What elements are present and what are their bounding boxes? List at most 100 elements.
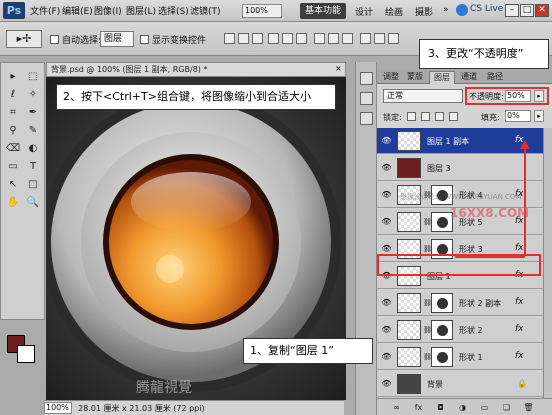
cs-live-link[interactable]: CS Live [470, 4, 503, 14]
layer-list-scrollbar[interactable] [543, 128, 552, 398]
distribute-bottom-icon[interactable] [342, 33, 353, 44]
layer-row[interactable]: 👁 图层 1 副本 fx [377, 128, 543, 154]
workspace-photography[interactable]: 摄影 [415, 5, 433, 18]
menu-select[interactable]: 选择(S) [158, 4, 189, 17]
zoom-tool[interactable]: 🔍 [24, 195, 42, 210]
vector-mask-thumbnail [431, 347, 453, 367]
workspace-more[interactable]: » [443, 5, 449, 15]
distribute-top-icon[interactable] [314, 33, 325, 44]
menu-layer[interactable]: 图层(L) [126, 4, 156, 17]
visibility-eye-icon[interactable]: 👁 [381, 379, 392, 388]
folder-icon[interactable]: ▭ [479, 402, 490, 413]
visibility-eye-icon[interactable]: 👁 [381, 217, 392, 226]
crop-tool[interactable]: ⌗ [4, 105, 22, 120]
layer-effects-icon[interactable]: fx [515, 351, 524, 361]
history-panel-icon[interactable] [360, 72, 373, 85]
layer-effects-icon[interactable]: fx [515, 297, 524, 307]
workspace-design[interactable]: 设计 [355, 5, 373, 18]
align-right-icon[interactable] [296, 33, 307, 44]
fill-input[interactable]: 0% [505, 110, 531, 122]
distribute-left-icon[interactable] [360, 33, 371, 44]
zoom-level-field[interactable]: 100% [44, 402, 72, 414]
opacity-slider-arrow-icon[interactable]: ▸ [534, 90, 544, 102]
tab-channels[interactable]: 通道 [457, 71, 481, 84]
menu-edit[interactable]: 编辑(E) [62, 4, 93, 17]
actions-panel-icon[interactable] [360, 92, 373, 105]
background-color-swatch[interactable] [17, 345, 35, 363]
visibility-eye-icon[interactable]: 👁 [381, 244, 392, 253]
lock-position-icon[interactable] [435, 112, 444, 121]
document-close-icon[interactable]: × [335, 64, 342, 73]
distribute-hcenter-icon[interactable] [374, 33, 385, 44]
move-tool[interactable]: ▸ [4, 69, 22, 84]
align-vcenter-icon[interactable] [238, 33, 249, 44]
tab-masks[interactable]: 蒙版 [403, 71, 427, 84]
move-tool-preset-button[interactable]: ▸✢ [6, 30, 42, 48]
eraser-tool[interactable]: ⌫ [4, 141, 22, 156]
opacity-input[interactable]: 50% [505, 90, 531, 102]
align-bottom-icon[interactable] [252, 33, 263, 44]
align-top-icon[interactable] [224, 33, 235, 44]
layer-name: 图层 3 [427, 164, 451, 173]
zoom-select[interactable]: 100% [242, 4, 282, 18]
tab-adjustments[interactable]: 调整 [379, 71, 403, 84]
dodge-tool[interactable]: ◐ [24, 141, 42, 156]
eyedropper-tool[interactable]: ✒ [24, 105, 42, 120]
visibility-eye-icon[interactable]: 👁 [381, 136, 392, 145]
quick-select-tool[interactable]: ✧ [24, 87, 42, 102]
document-info[interactable]: 28.01 厘米 x 21.03 厘米 (72 ppi) [78, 402, 205, 415]
visibility-eye-icon[interactable]: 👁 [381, 352, 392, 361]
rectangle-tool[interactable]: □ [24, 177, 42, 192]
link-icon[interactable]: ∞ [391, 402, 402, 413]
document-tab[interactable]: 背景.psd @ 100% (图层 1 副本, RGB/8) * [46, 62, 346, 77]
lasso-tool[interactable]: ℓ [4, 87, 22, 102]
path-select-tool[interactable]: ↖ [4, 177, 22, 192]
auto-select-target-dropdown[interactable]: 图层 [100, 31, 134, 47]
brush-tool[interactable]: ✎ [24, 123, 42, 138]
visibility-eye-icon[interactable]: 👁 [381, 163, 392, 172]
character-panel-icon[interactable] [360, 112, 373, 125]
blend-mode-select[interactable]: 正常 [383, 89, 463, 103]
layer-row[interactable]: 👁 ⛓ 形状 2 fx [377, 317, 543, 343]
distribute-vcenter-icon[interactable] [328, 33, 339, 44]
align-left-icon[interactable] [268, 33, 279, 44]
layer-row[interactable]: 👁 图层 3 [377, 155, 543, 181]
marquee-tool[interactable]: ⬚ [24, 69, 42, 84]
auto-select-checkbox[interactable] [50, 35, 59, 44]
lock-all-icon[interactable] [449, 112, 458, 121]
menu-image[interactable]: 图像(I) [94, 4, 122, 17]
mask-icon[interactable]: ◘ [435, 402, 446, 413]
fill-slider-arrow-icon[interactable]: ▸ [534, 110, 544, 122]
layer-row[interactable]: 👁 背景 🔒 [377, 371, 543, 397]
cs-live-icon[interactable] [456, 4, 468, 16]
adjustment-icon[interactable]: ◑ [457, 402, 468, 413]
tab-paths[interactable]: 路径 [483, 71, 507, 84]
align-hcenter-icon[interactable] [282, 33, 293, 44]
layer-row[interactable]: 👁 ⛓ 形状 2 副本 fx [377, 290, 543, 316]
lock-image-icon[interactable] [421, 112, 430, 121]
visibility-eye-icon[interactable]: 👁 [381, 325, 392, 334]
new-layer-icon[interactable]: ❏ [501, 402, 512, 413]
healing-tool[interactable]: ⚲ [4, 123, 22, 138]
fx-icon[interactable]: fx [413, 402, 424, 413]
hand-tool[interactable]: ✋ [4, 195, 22, 210]
menu-filter[interactable]: 滤镜(T) [190, 4, 221, 17]
close-window-button[interactable]: ✕ [535, 4, 549, 17]
lock-transparency-icon[interactable] [407, 112, 416, 121]
distribute-right-icon[interactable] [388, 33, 399, 44]
workspace-essentials-button[interactable]: 基本功能 [300, 3, 346, 19]
trash-icon[interactable]: 🗑 [523, 402, 534, 413]
layer-effects-icon[interactable]: fx [515, 243, 524, 253]
minimize-button[interactable]: – [505, 4, 519, 17]
layer-row[interactable]: 👁 ⛓ 形状 1 fx [377, 344, 543, 370]
workspace-painting[interactable]: 绘画 [385, 5, 403, 18]
shape-tool[interactable]: ▭ [4, 159, 22, 174]
tab-layers[interactable]: 图层 [429, 71, 455, 84]
visibility-eye-icon[interactable]: 👁 [381, 190, 392, 199]
layer-effects-icon[interactable]: fx [515, 324, 524, 334]
maximize-button[interactable]: □ [520, 4, 534, 17]
show-transform-checkbox[interactable] [140, 35, 149, 44]
menu-file[interactable]: 文件(F) [30, 4, 60, 17]
type-tool[interactable]: T [24, 159, 42, 174]
visibility-eye-icon[interactable]: 👁 [381, 298, 392, 307]
